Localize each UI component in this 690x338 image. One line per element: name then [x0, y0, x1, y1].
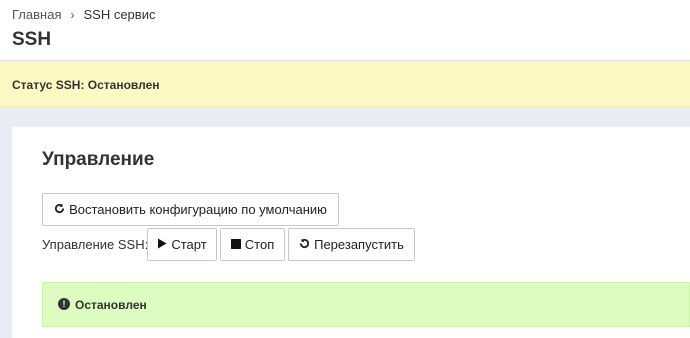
- section-title: Управление: [42, 149, 155, 170]
- breadcrumb: Главная › SSH сервис: [12, 7, 155, 22]
- stop-icon: [230, 238, 241, 251]
- start-label: Старт: [171, 237, 207, 252]
- play-icon: [157, 238, 167, 251]
- page-header: Главная › SSH сервис SSH: [0, 0, 690, 61]
- status-alert: ! Остановлен: [42, 282, 690, 327]
- reset-config-button[interactable]: Востановить конфигурацию по умолчанию: [42, 193, 339, 226]
- chevron-right-icon: ›: [70, 7, 75, 22]
- refresh-icon: [54, 203, 65, 216]
- status-text: Статус SSH: Остановлен: [12, 78, 160, 92]
- exclamation-circle-icon: !: [58, 298, 70, 310]
- breadcrumb-current: SSH сервис: [83, 7, 156, 22]
- reset-config-label: Востановить конфигурацию по умолчанию: [69, 202, 327, 217]
- undo-icon: [299, 238, 310, 251]
- ssh-control-label: Управление SSH:: [42, 237, 149, 252]
- start-button[interactable]: Старт: [147, 228, 217, 261]
- page-title: SSH: [12, 29, 52, 50]
- restart-button[interactable]: Перезапустить: [288, 228, 415, 261]
- restart-label: Перезапустить: [314, 237, 404, 252]
- stop-button[interactable]: Стоп: [220, 228, 285, 261]
- breadcrumb-home-link[interactable]: Главная: [12, 7, 61, 22]
- stop-label: Стоп: [244, 237, 275, 252]
- management-panel: Управление Востановить конфигурацию по у…: [12, 127, 690, 338]
- status-banner: Статус SSH: Остановлен: [0, 62, 690, 107]
- alert-text: Остановлен: [75, 298, 147, 312]
